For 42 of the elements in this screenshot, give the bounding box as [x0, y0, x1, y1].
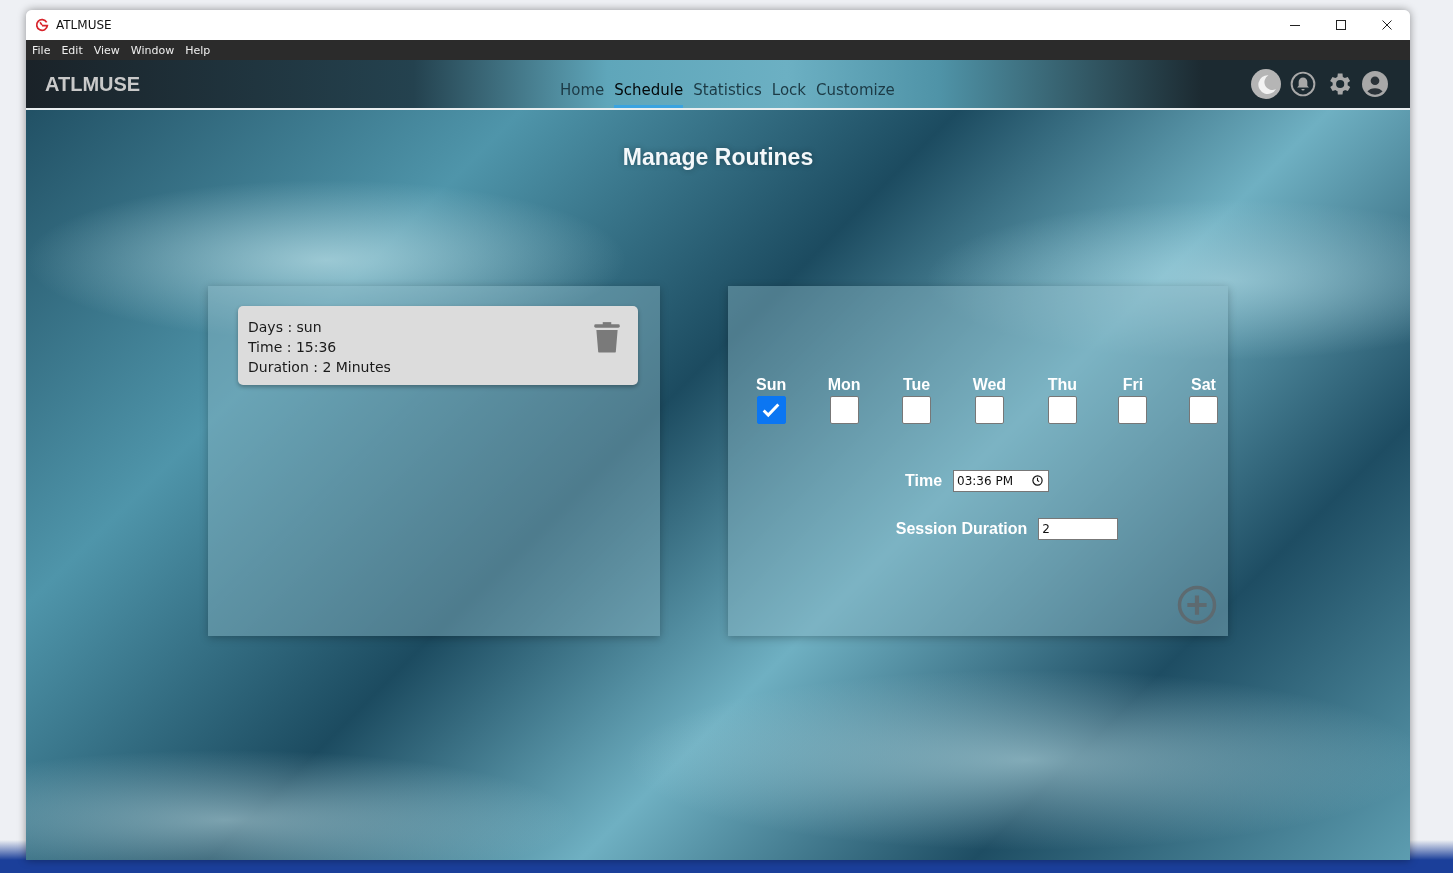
routine-duration: Duration : 2 Minutes [248, 358, 391, 377]
time-field[interactable]: 03:36 PM [953, 470, 1050, 492]
day-label: Sat [1191, 376, 1216, 394]
day-checkbox[interactable] [756, 396, 786, 424]
menu-item[interactable]: View [93, 43, 120, 57]
day-label: Thu [1047, 376, 1077, 394]
day-label: Tue [903, 376, 931, 394]
menu-item[interactable]: File [32, 43, 51, 57]
day-checkbox[interactable] [902, 396, 932, 424]
nav-tab[interactable]: Customize [816, 60, 895, 108]
routine-time: Time : 15:36 [248, 338, 338, 357]
nav-tab[interactable]: Statistics [693, 60, 762, 108]
app-logo-icon [34, 17, 50, 33]
time-label: Time [904, 472, 943, 490]
nav-tab[interactable]: Schedule [614, 60, 684, 108]
minimize-icon [1290, 24, 1300, 26]
day-label: Mon [827, 376, 861, 394]
duration-label: Session Duration [895, 520, 1028, 538]
nav-tab[interactable]: Lock [771, 60, 807, 108]
day-checkbox[interactable] [974, 396, 1004, 424]
menu-item[interactable]: Help [185, 43, 211, 57]
day-checkbox[interactable] [829, 396, 859, 424]
close-icon [1382, 20, 1392, 30]
day-checkbox[interactable] [1047, 396, 1077, 424]
page-heading: Manage Routines [622, 144, 814, 171]
duration-field[interactable]: 2 [1038, 518, 1119, 540]
brand-logo: ATLMUSE [45, 72, 142, 96]
day-label: Sun [756, 376, 787, 394]
user-icon[interactable] [1362, 71, 1388, 97]
clock-icon[interactable] [1031, 474, 1045, 487]
day-label: Wed [972, 376, 1007, 394]
menu-item[interactable]: Edit [61, 43, 83, 57]
maximize-icon [1336, 20, 1346, 30]
menu-item[interactable]: Window [130, 43, 175, 57]
moon-icon[interactable] [1251, 69, 1281, 99]
bell-icon[interactable] [1290, 71, 1316, 97]
nav-tab[interactable]: Home [560, 60, 605, 108]
routine-days: Days : sun [248, 317, 391, 337]
day-checkbox[interactable] [1118, 396, 1148, 424]
window-title: ATLMUSE [56, 18, 113, 32]
day-checkbox[interactable] [1189, 396, 1218, 424]
day-label: Fri [1122, 376, 1144, 394]
